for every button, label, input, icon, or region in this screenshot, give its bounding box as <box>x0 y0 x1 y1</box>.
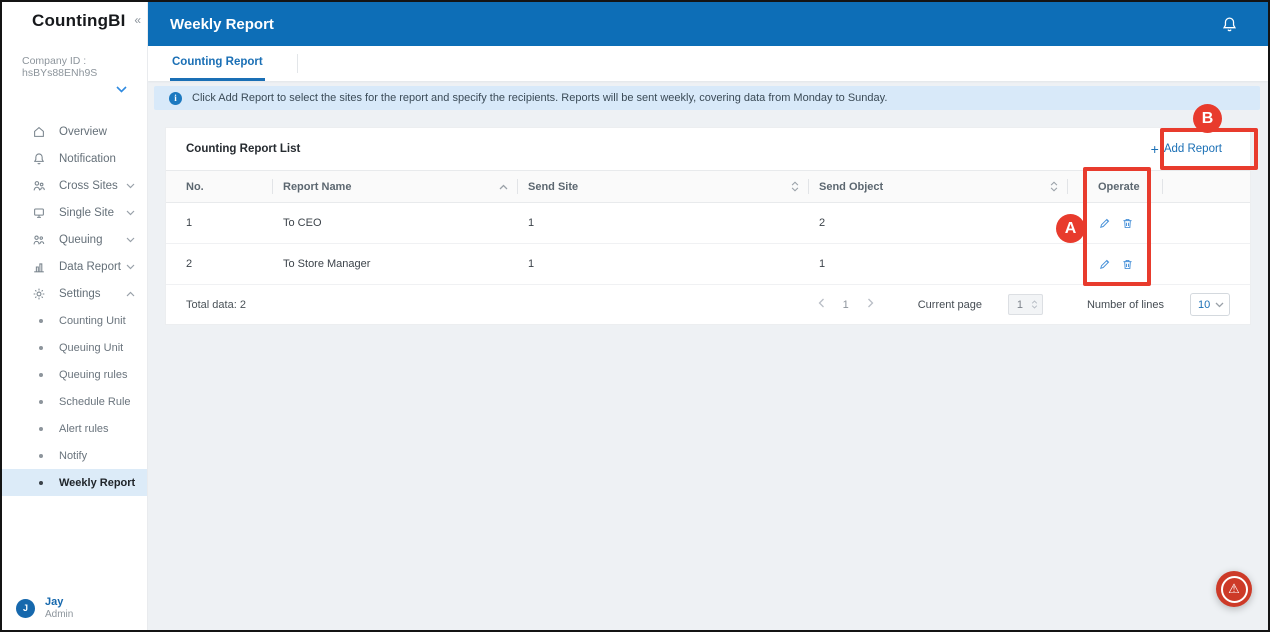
sidebar-nav: Overview Notification Cross Sites Single… <box>2 118 147 496</box>
page-number[interactable]: 1 <box>843 299 849 311</box>
report-list-card: Counting Report List + Add Report No. Re… <box>165 127 1251 325</box>
prev-page-icon[interactable] <box>818 298 825 311</box>
plus-icon: + <box>1151 144 1159 154</box>
info-icon: i <box>169 92 182 105</box>
cell-send-object: 2 <box>809 217 1068 229</box>
column-header-send-site[interactable]: Send Site <box>518 171 809 202</box>
sidebar-item-weekly-report[interactable]: Weekly Report <box>2 469 147 496</box>
sidebar-item-queuing-rules[interactable]: Queuing rules <box>2 361 147 388</box>
sidebar-item-alert-rules[interactable]: Alert rules <box>2 415 147 442</box>
cross-sites-icon <box>32 179 46 193</box>
company-id-label: Company ID : hsBYs88ENh9S <box>2 31 147 79</box>
warning-icon: ⚠ <box>1221 576 1248 603</box>
sort-icon[interactable] <box>1050 181 1058 192</box>
cell-send-site: 1 <box>518 217 809 229</box>
avatar: J <box>16 599 35 618</box>
user-name: Jay <box>45 596 73 608</box>
user-profile[interactable]: J Jay Admin <box>16 596 73 620</box>
bullet-icon <box>39 400 43 404</box>
edit-icon[interactable] <box>1098 258 1111 271</box>
cell-no: 2 <box>166 258 273 270</box>
add-report-button[interactable]: + Add Report <box>1143 137 1230 161</box>
column-header-report-name[interactable]: Report Name <box>273 171 518 202</box>
delete-icon[interactable] <box>1121 258 1134 271</box>
notification-bell-icon[interactable] <box>1221 16 1238 33</box>
sidebar-item-queuing[interactable]: Queuing <box>2 226 147 253</box>
sidebar-item-schedule-rule[interactable]: Schedule Rule <box>2 388 147 415</box>
chevron-down-icon <box>126 234 135 246</box>
data-report-icon <box>32 260 46 274</box>
chevron-down-icon <box>126 180 135 192</box>
alert-badge-button[interactable]: ⚠ <box>1216 571 1252 607</box>
chevron-down-icon <box>126 207 135 219</box>
sidebar-item-counting-unit[interactable]: Counting Unit <box>2 307 147 334</box>
sort-ascending-icon[interactable] <box>499 184 508 190</box>
bullet-icon <box>39 427 43 431</box>
sort-icon[interactable] <box>791 181 799 192</box>
company-chevron-down-icon[interactable] <box>2 79 147 96</box>
page-title: Weekly Report <box>170 16 274 33</box>
current-page-input[interactable]: 1 <box>1008 294 1043 315</box>
column-header-operate: Operate <box>1068 171 1163 202</box>
lines-per-page-label: Number of lines <box>1087 299 1164 311</box>
cell-report-name: To CEO <box>273 217 518 229</box>
sidebar-item-notify[interactable]: Notify <box>2 442 147 469</box>
user-role: Admin <box>45 609 73 620</box>
sidebar-item-overview[interactable]: Overview <box>2 118 147 145</box>
cell-no: 1 <box>166 217 273 229</box>
info-banner-text: Click Add Report to select the sites for… <box>192 92 887 104</box>
single-site-icon <box>32 206 46 220</box>
bullet-icon <box>39 373 43 377</box>
card-title: Counting Report List <box>186 143 300 155</box>
delete-icon[interactable] <box>1121 217 1134 230</box>
chevron-down-icon <box>126 261 135 273</box>
bullet-icon <box>39 346 43 350</box>
column-header-send-object[interactable]: Send Object <box>809 171 1068 202</box>
current-page-label: Current page <box>918 299 982 311</box>
sidebar-collapse-icon[interactable]: « <box>134 13 141 27</box>
tab-bar: Counting Report <box>148 46 1268 81</box>
edit-icon[interactable] <box>1098 217 1111 230</box>
page-header: Weekly Report <box>148 2 1268 46</box>
main-area: Weekly Report Counting Report i Click Ad… <box>148 2 1268 630</box>
sidebar: CountingBI « Company ID : hsBYs88ENh9S O… <box>2 2 148 630</box>
sidebar-item-data-report[interactable]: Data Report <box>2 253 147 280</box>
lines-per-page-select[interactable]: 10 <box>1190 293 1230 316</box>
chevron-up-icon <box>126 288 135 300</box>
cell-send-object: 1 <box>809 258 1068 270</box>
tab-divider <box>297 54 298 73</box>
sidebar-item-cross-sites[interactable]: Cross Sites <box>2 172 147 199</box>
home-icon <box>32 125 46 139</box>
column-header-filler <box>1163 171 1250 202</box>
bullet-icon <box>39 319 43 323</box>
sidebar-item-single-site[interactable]: Single Site <box>2 199 147 226</box>
chevron-down-icon <box>1215 302 1224 308</box>
bullet-icon <box>39 454 43 458</box>
sidebar-item-notification[interactable]: Notification <box>2 145 147 172</box>
sidebar-item-queuing-unit[interactable]: Queuing Unit <box>2 334 147 361</box>
gear-icon <box>32 287 46 301</box>
table-header-row: No. Report Name Send Site Send Object Op… <box>166 170 1250 203</box>
cell-send-site: 1 <box>518 258 809 270</box>
cell-report-name: To Store Manager <box>273 258 518 270</box>
bell-icon <box>32 152 46 166</box>
table-footer: Total data: 2 1 Current page 1 Number of… <box>166 285 1250 324</box>
bullet-icon <box>39 481 43 485</box>
app-window: CountingBI « Company ID : hsBYs88ENh9S O… <box>0 0 1270 632</box>
table-row: 1 To CEO 1 2 <box>166 203 1250 244</box>
column-header-no: No. <box>166 171 273 202</box>
sidebar-item-settings[interactable]: Settings <box>2 280 147 307</box>
info-banner: i Click Add Report to select the sites f… <box>154 86 1260 110</box>
table-row: 2 To Store Manager 1 1 <box>166 244 1250 285</box>
next-page-icon[interactable] <box>867 298 874 311</box>
total-data-label: Total data: 2 <box>186 299 246 311</box>
stepper-icons[interactable] <box>1031 300 1042 309</box>
tab-counting-report[interactable]: Counting Report <box>170 46 265 81</box>
app-logo: CountingBI <box>32 11 126 31</box>
queuing-icon <box>32 233 46 247</box>
